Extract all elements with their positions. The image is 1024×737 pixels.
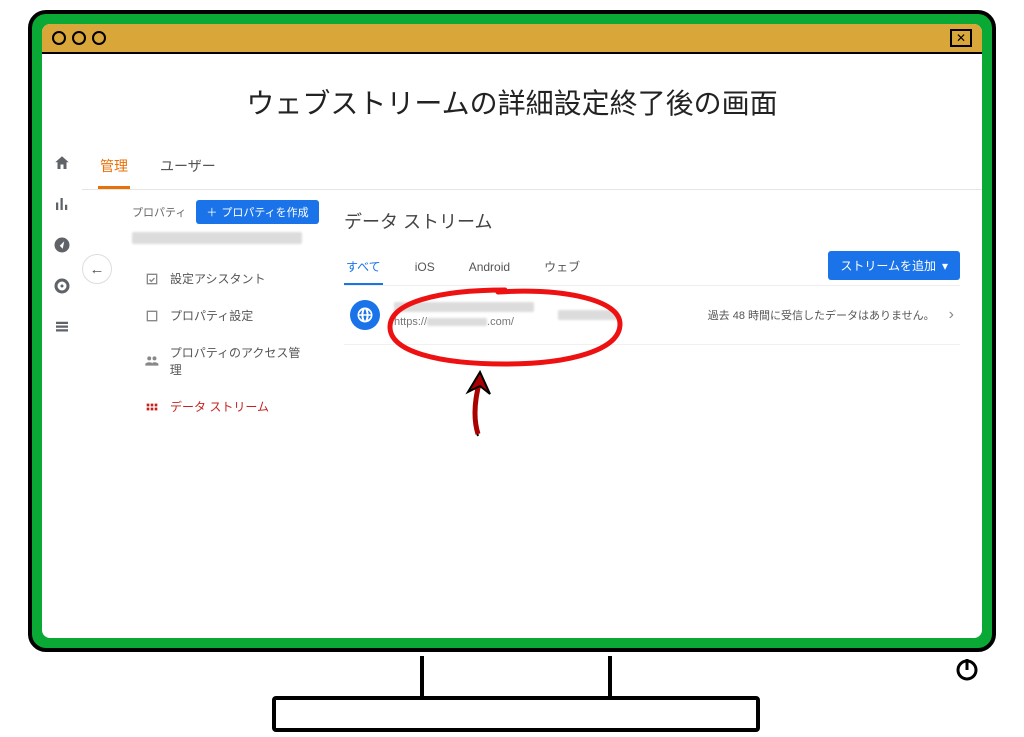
close-icon[interactable]: ✕: [950, 29, 972, 47]
menu-label: データ ストリーム: [170, 398, 269, 415]
menu-data-streams[interactable]: データ ストリーム: [132, 388, 322, 425]
stream-id-redacted: [558, 310, 618, 320]
stream-filter-tabs: すべて iOS Android ウェブ ストリームを追加 ▾: [344, 250, 960, 286]
property-label: プロパティ: [132, 204, 186, 220]
chevron-down-icon: ▾: [942, 259, 948, 273]
back-button[interactable]: ←: [82, 254, 112, 284]
window-titlebar: ✕: [42, 24, 982, 54]
traffic-light-dot[interactable]: [72, 31, 86, 45]
stream-tab-web[interactable]: ウェブ: [542, 250, 582, 285]
stream-list-item[interactable]: https://.com/ 過去 48 時間に受信したデータはありません。 ›: [344, 286, 960, 345]
menu-property-settings[interactable]: プロパティ設定: [132, 297, 322, 334]
property-menu: 設定アシスタント プロパティ設定 プロパティのアクセス管理: [132, 254, 322, 425]
home-icon[interactable]: [53, 154, 71, 177]
menu-label: プロパティ設定: [170, 307, 253, 324]
tab-user[interactable]: ユーザー: [158, 146, 218, 189]
page-title: ウェブストリームの詳細設定終了後の画面: [42, 82, 982, 122]
traffic-lights: [52, 31, 106, 45]
screen: ✕ ウェブストリームの詳細設定終了後の画面 管理 ユーザー: [42, 24, 982, 638]
admin-tabs: 管理 ユーザー: [82, 146, 982, 190]
stream-name-redacted: [394, 302, 534, 312]
create-property-label: プロパティを作成: [221, 204, 308, 220]
traffic-light-dot[interactable]: [92, 31, 106, 45]
content-heading: データ ストリーム: [344, 208, 960, 234]
menu-label: 設定アシスタント: [170, 270, 266, 287]
stream-tab-ios[interactable]: iOS: [413, 252, 437, 284]
people-icon: [144, 353, 160, 369]
stream-tab-android[interactable]: Android: [467, 252, 512, 284]
menu-setup-assistant[interactable]: 設定アシスタント: [132, 260, 322, 297]
property-name-redacted: [132, 232, 302, 244]
create-property-button[interactable]: ＋ プロパティを作成: [196, 200, 318, 224]
ga-admin-panel: 管理 ユーザー ← プロパティ ＋ プロパティを作成: [42, 146, 982, 425]
menu-access-management[interactable]: プロパティのアクセス管理: [132, 334, 322, 388]
stream-status-text: 過去 48 時間に受信したデータはありません。: [708, 307, 935, 323]
chevron-right-icon: ›: [949, 306, 954, 324]
add-stream-button[interactable]: ストリームを追加 ▾: [828, 251, 960, 280]
check-square-icon: [144, 271, 160, 287]
web-stream-icon: [350, 300, 380, 330]
content-area: データ ストリーム すべて iOS Android ウェブ ストリームを追加 ▾: [322, 190, 982, 425]
traffic-light-dot[interactable]: [52, 31, 66, 45]
target-icon[interactable]: [53, 277, 71, 300]
monitor-base: [272, 696, 760, 732]
power-icon: [954, 657, 980, 683]
stream-url: https://.com/: [394, 316, 544, 328]
left-icon-rail: [42, 146, 82, 425]
explore-icon[interactable]: [53, 236, 71, 259]
reports-icon[interactable]: [53, 195, 71, 218]
stream-tab-all[interactable]: すべて: [344, 250, 383, 285]
library-icon[interactable]: [53, 318, 71, 341]
settings-box-icon: [144, 308, 160, 324]
add-stream-label: ストリームを追加: [840, 257, 936, 274]
monitor-frame: ✕ ウェブストリームの詳細設定終了後の画面 管理 ユーザー: [28, 10, 996, 652]
property-column: プロパティ ＋ プロパティを作成 設定アシスタント: [122, 190, 322, 425]
data-stream-icon: [144, 399, 160, 415]
menu-label: プロパティのアクセス管理: [170, 344, 310, 378]
tab-admin[interactable]: 管理: [98, 146, 130, 189]
